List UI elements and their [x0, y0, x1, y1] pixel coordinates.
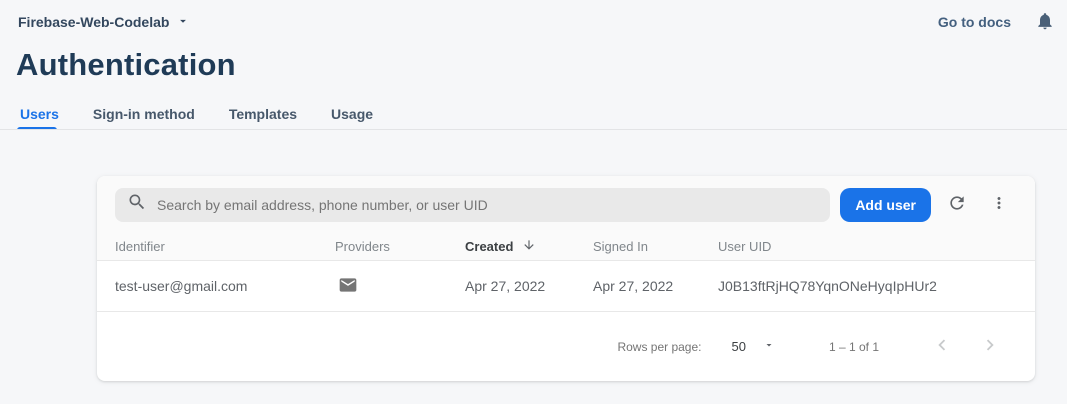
cell-identifier: test-user@gmail.com	[115, 278, 335, 294]
search-box	[115, 188, 830, 222]
rows-per-page-label: Rows per page:	[617, 340, 701, 354]
column-header-providers: Providers	[335, 239, 465, 254]
column-header-signed-in: Signed In	[593, 239, 718, 254]
bell-icon	[1035, 11, 1055, 34]
table-row[interactable]: test-user@gmail.com Apr 27, 2022 Apr 27,…	[97, 261, 1035, 312]
column-header-created-label: Created	[465, 239, 513, 254]
notifications-button[interactable]	[1035, 11, 1055, 34]
column-header-identifier: Identifier	[115, 239, 335, 254]
arrow-down-icon	[522, 238, 536, 255]
tab-users[interactable]: Users	[20, 106, 59, 122]
users-toolbar: Add user	[97, 176, 1035, 233]
refresh-button[interactable]	[941, 189, 973, 221]
column-header-user-uid: User UID	[718, 239, 1035, 254]
caret-down-icon	[176, 14, 190, 31]
search-icon	[127, 192, 147, 217]
tab-sign-in-method[interactable]: Sign-in method	[93, 106, 195, 122]
project-name: Firebase-Web-Codelab	[18, 14, 169, 30]
search-input[interactable]	[157, 197, 818, 213]
users-card: Add user Identifier Providers Created	[97, 176, 1035, 381]
cell-created: Apr 27, 2022	[465, 278, 593, 294]
tab-templates[interactable]: Templates	[229, 106, 297, 122]
cell-signed-in: Apr 27, 2022	[593, 278, 718, 294]
tabs-divider	[0, 129, 1067, 130]
rows-per-page-value: 50	[731, 339, 745, 354]
column-header-created[interactable]: Created	[465, 238, 593, 255]
chevron-right-icon	[979, 334, 1001, 359]
page-range-label: 1 – 1 of 1	[829, 340, 879, 354]
firebase-auth-page: Firebase-Web-Codelab Go to docs Authenti…	[0, 0, 1067, 404]
refresh-icon	[947, 193, 967, 216]
kebab-menu-icon	[990, 194, 1008, 215]
tab-bar: Users Sign-in method Templates Usage	[20, 106, 373, 122]
cell-user-uid: J0B13ftRjHQ78YqnONeHyqIpHUr2	[718, 278, 1035, 294]
overflow-menu-button[interactable]	[983, 189, 1015, 221]
table-header-row: Identifier Providers Created Signed In U…	[97, 233, 1035, 261]
cell-providers	[335, 275, 465, 298]
add-user-button[interactable]: Add user	[840, 188, 931, 222]
previous-page-button[interactable]	[931, 334, 953, 359]
page-title: Authentication	[16, 47, 236, 83]
email-provider-icon	[338, 275, 358, 298]
topbar-actions: Go to docs	[938, 11, 1055, 34]
caret-down-icon	[763, 339, 775, 354]
project-selector[interactable]: Firebase-Web-Codelab	[18, 14, 190, 31]
tab-usage[interactable]: Usage	[331, 106, 373, 122]
table-footer: Rows per page: 50 1 – 1 of 1	[97, 312, 1035, 381]
chevron-left-icon	[931, 334, 953, 359]
topbar: Firebase-Web-Codelab Go to docs	[0, 0, 1067, 44]
go-to-docs-link[interactable]: Go to docs	[938, 14, 1011, 30]
rows-per-page-select[interactable]: 50	[731, 339, 774, 354]
next-page-button[interactable]	[979, 334, 1001, 359]
